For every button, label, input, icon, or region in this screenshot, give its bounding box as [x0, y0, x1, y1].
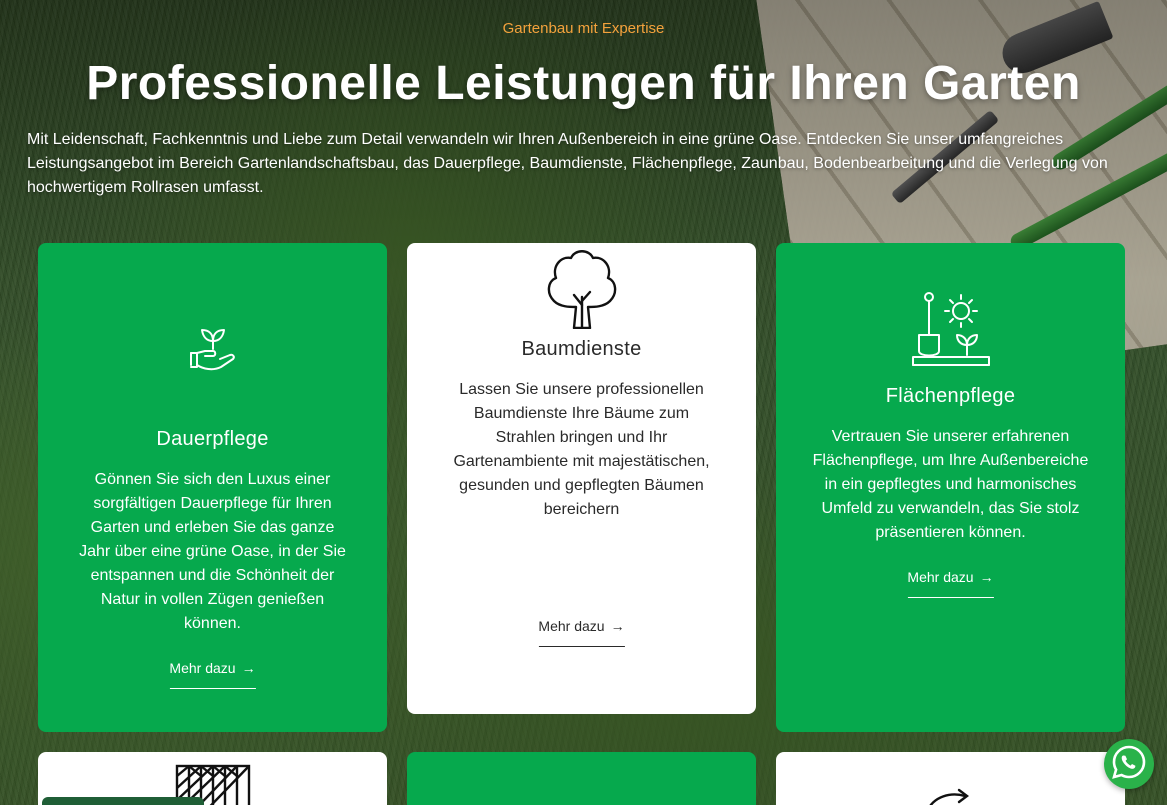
more-link-label: Mehr dazu — [538, 618, 605, 634]
service-card-flaechenpflege: Flächenpflege Vertrauen Sie unserer erfa… — [776, 243, 1125, 732]
shovel-sun-sprout-icon — [911, 291, 991, 372]
service-title: Dauerpflege — [156, 428, 269, 450]
service-card-baumdienste: Baumdienste Lassen Sie unsere profession… — [407, 243, 756, 714]
more-link-label: Mehr dazu — [169, 660, 236, 676]
whatsapp-icon — [1110, 743, 1148, 786]
white-strip — [980, 789, 1125, 805]
more-link[interactable]: Mehr dazu → — [907, 569, 994, 598]
service-description: Lassen Sie unsere professionellen Baumdi… — [453, 381, 710, 518]
more-link[interactable]: Mehr dazu → — [169, 660, 256, 689]
hand-plant-icon — [187, 325, 239, 382]
bottom-bar[interactable] — [42, 797, 204, 805]
service-card-dauerpflege: Dauerpflege Gönnen Sie sich den Luxus ei… — [38, 243, 387, 732]
service-description: Vertrauen Sie unserer erfahrenen Flächen… — [812, 428, 1089, 541]
service-card-row2-middle — [407, 752, 756, 805]
intro-paragraph: Mit Leidenschaft, Fachkenntnis und Liebe… — [27, 131, 1108, 196]
service-title: Baumdienste — [521, 338, 642, 360]
section-eyebrow: Gartenbau mit Expertise — [502, 20, 665, 37]
service-title: Flächenpflege — [885, 385, 1016, 407]
whatsapp-button[interactable] — [1104, 739, 1154, 789]
arrow-right-icon: → — [610, 618, 625, 634]
page-title: Professionelle Leistungen für Ihren Gart… — [86, 57, 1081, 110]
arrow-right-icon: → — [241, 660, 256, 676]
tree-icon — [544, 247, 620, 334]
more-link-label: Mehr dazu — [907, 569, 974, 585]
hand-arrow-icon — [921, 786, 981, 805]
arrow-right-icon: → — [979, 569, 994, 585]
more-link[interactable]: Mehr dazu → — [538, 618, 625, 647]
service-description: Gönnen Sie sich den Luxus einer sorgfält… — [79, 471, 346, 632]
